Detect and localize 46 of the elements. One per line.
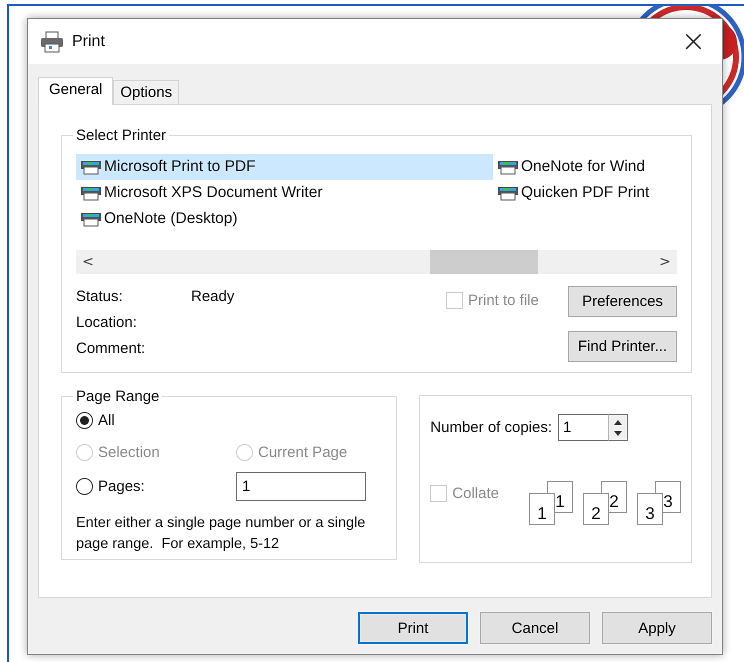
printer-icon <box>80 185 102 201</box>
pages-field[interactable]: 1 <box>236 472 366 500</box>
group-label: Select Printer <box>75 127 168 144</box>
horizontal-scrollbar[interactable]: < > <box>76 250 677 274</box>
checkbox-label: Collate <box>452 484 499 502</box>
printer-item[interactable]: Microsoft XPS Document Writer <box>76 180 493 206</box>
tab[interactable]: Options <box>113 80 180 104</box>
scroll-thumb[interactable] <box>430 250 538 274</box>
printer-icon <box>497 159 519 175</box>
radio-button[interactable] <box>76 478 93 494</box>
scroll-left-button[interactable]: < <box>76 254 100 270</box>
preferences-button[interactable]: Preferences <box>568 286 677 317</box>
group-label: Page Range <box>75 388 160 405</box>
dialog-button[interactable]: Print <box>358 612 468 644</box>
hint-text: Enter either a single page number or a single page range. For example, 5-12 <box>76 514 366 554</box>
field-label: Comment: <box>76 340 146 359</box>
dialog-button[interactable]: Cancel <box>480 612 590 644</box>
close-button[interactable]: × <box>676 26 710 56</box>
printer-icon <box>497 185 519 201</box>
find-printer-button[interactable]: Find Printer... <box>568 331 677 362</box>
radio-label: Current Page <box>258 444 348 460</box>
field-label: Location: <box>76 314 138 333</box>
printer-item[interactable]: OneNote (Desktop) <box>76 206 493 232</box>
field-label: Number of copies: <box>430 419 552 436</box>
printer-icon <box>40 30 64 52</box>
field-value: Ready <box>191 288 234 307</box>
printer-icon <box>80 211 102 227</box>
spin-buttons[interactable] <box>608 414 628 441</box>
radio-label: Selection <box>98 444 160 460</box>
window-title: Print <box>72 32 105 50</box>
printer-item[interactable]: OneNote for Wind <box>493 154 677 180</box>
radio-label: All <box>98 412 115 428</box>
tab[interactable]: General <box>38 77 114 105</box>
field-label: Status: <box>76 288 124 307</box>
scroll-right-button[interactable]: > <box>653 254 677 270</box>
page-sheet: 2 <box>583 493 609 525</box>
printer-item[interactable]: Microsoft Print to PDF <box>76 154 493 180</box>
radio-label: Pages: <box>98 478 145 494</box>
dialog-button[interactable]: Apply <box>602 612 712 644</box>
page-sheet: 1 <box>529 493 555 525</box>
copies-field[interactable]: 1 <box>558 414 608 441</box>
printer-icon <box>80 159 102 175</box>
checkbox-label: Print to file <box>468 292 539 308</box>
page-sheet: 3 <box>637 493 663 525</box>
radio-button[interactable] <box>76 412 93 428</box>
printer-item[interactable]: Quicken PDF Print <box>493 180 677 206</box>
